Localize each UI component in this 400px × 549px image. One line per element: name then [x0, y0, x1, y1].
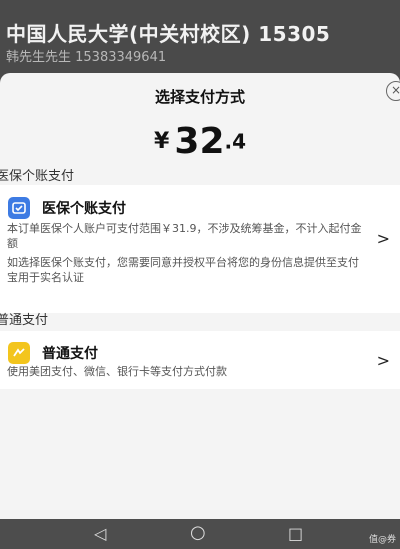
chevron-right-icon: > [376, 229, 390, 248]
home-icon[interactable]: ○ [190, 522, 206, 543]
section-label-ordinary: 普通支付 [0, 313, 49, 328]
wallet-icon [8, 342, 30, 364]
sheet-title: 选择支付方式 [154, 88, 245, 106]
amount-decimal: .4 [224, 129, 247, 154]
payment-sheet: 选择支付方式 × ¥ 32.4 医保个账支付 医保个账支付 本订单医保个人账户可… [0, 73, 400, 519]
ordinary-option-desc: 使用美团支付、微信、银行卡等支付方式付款 [7, 365, 227, 378]
ordinary-payment-option[interactable]: 普通支付 使用美团支付、微信、银行卡等支付方式付款 > [0, 331, 400, 389]
background-title: 中国人民大学(中关村校区) 15305 [6, 22, 331, 46]
medical-payment-option[interactable]: 医保个账支付 本订单医保个人账户可支付范围￥31.9，不涉及统筹基金，不计入起付… [0, 185, 400, 313]
currency-symbol: ¥ [153, 129, 170, 154]
amount-display: ¥ 32.4 [0, 121, 400, 162]
close-icon: × [390, 83, 400, 97]
medical-option-desc2: 如选择医保个账支付，您需要同意并授权平台将您的身份信息提供至支付宝用于实名认证 [7, 256, 359, 284]
watermark: 值@券 [368, 535, 396, 545]
ordinary-option-name: 普通支付 [42, 346, 98, 362]
close-button[interactable]: × [386, 81, 400, 101]
medical-option-desc1: 本订单医保个人账户可支付范围￥31.9，不涉及统筹基金，不计入起付金额 [7, 222, 362, 250]
section-label-medical: 医保个账支付 [0, 169, 75, 184]
system-navigation-bar: ◁ ○ □ [0, 519, 400, 549]
medical-insurance-icon [8, 197, 30, 219]
recent-apps-icon[interactable]: □ [288, 524, 303, 543]
background-subtitle: 韩先生先生 15383349641 [6, 50, 167, 65]
amount-integer: 32 [174, 121, 225, 162]
chevron-right-icon: > [376, 351, 390, 370]
medical-option-name: 医保个账支付 [42, 201, 126, 217]
back-icon[interactable]: ◁ [94, 524, 106, 543]
background-header: 中国人民大学(中关村校区) 15305 韩先生先生 15383349641 [0, 0, 400, 82]
